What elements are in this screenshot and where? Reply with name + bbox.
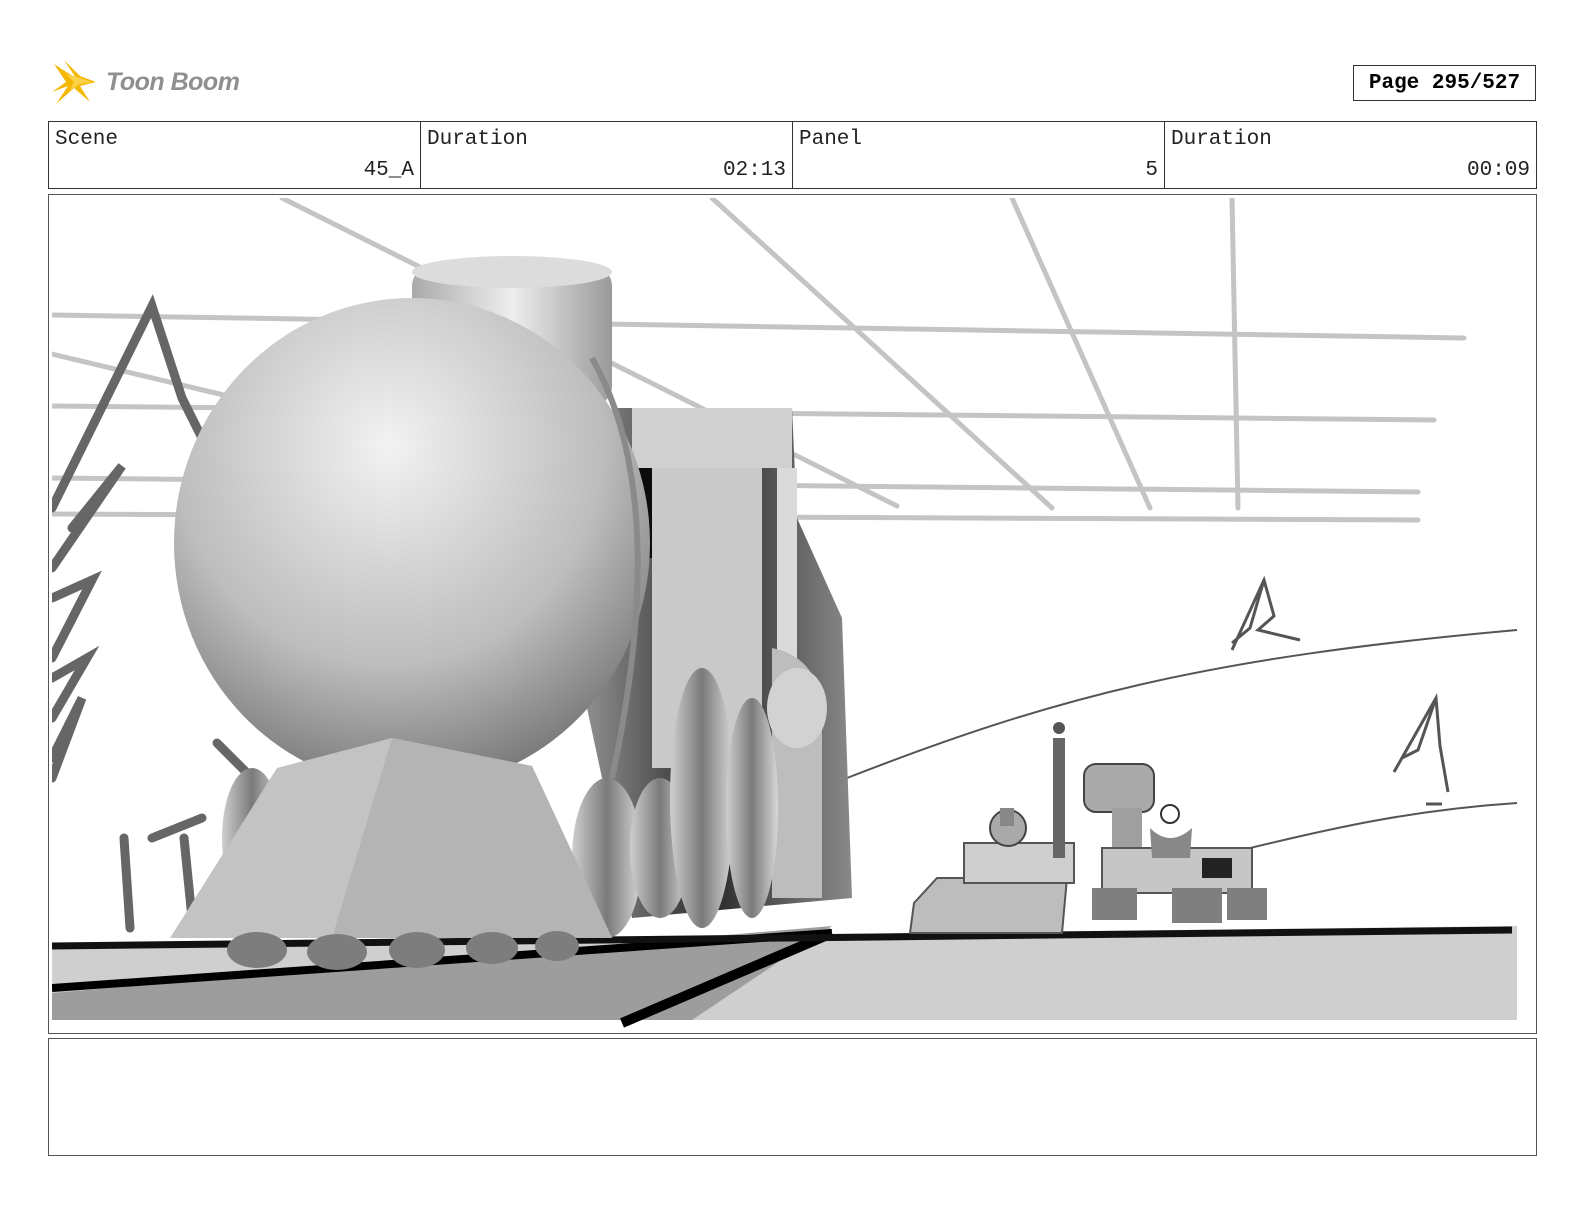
hills xyxy=(846,629,1518,851)
page-indicator: Page 295/527 xyxy=(1353,65,1536,101)
panel-cell: Panel 5 xyxy=(793,122,1165,188)
toon-boom-logo: Toon Boom xyxy=(50,56,250,108)
locomotive xyxy=(170,256,852,970)
scene-value: 45_A xyxy=(363,159,414,182)
panel-label: Panel xyxy=(799,128,863,151)
storyboard-panel xyxy=(48,194,1537,1034)
construction-vehicles xyxy=(908,722,1267,934)
brand-name: Toon Boom xyxy=(106,67,240,96)
distant-trees xyxy=(1230,575,1450,806)
scene-label: Scene xyxy=(55,128,119,151)
bulldozer-blade xyxy=(908,877,1069,934)
scene-cell: Scene 45_A xyxy=(49,122,421,188)
panel-notes-box xyxy=(48,1038,1537,1156)
panel-value: 5 xyxy=(1145,159,1158,182)
scene-duration-label: Duration xyxy=(427,128,528,151)
panel-artwork xyxy=(52,198,1518,1028)
scene-duration-cell: Duration 02:13 xyxy=(421,122,793,188)
panel-duration-value: 00:09 xyxy=(1466,159,1530,182)
toon-boom-burst-icon xyxy=(52,60,96,104)
scene-info-table: Scene 45_A Duration 02:13 Panel 5 Durati… xyxy=(48,121,1537,189)
panel-duration-cell: Duration 00:09 xyxy=(1165,122,1536,188)
scene-duration-value: 02:13 xyxy=(722,159,786,182)
panel-duration-label: Duration xyxy=(1171,128,1272,151)
